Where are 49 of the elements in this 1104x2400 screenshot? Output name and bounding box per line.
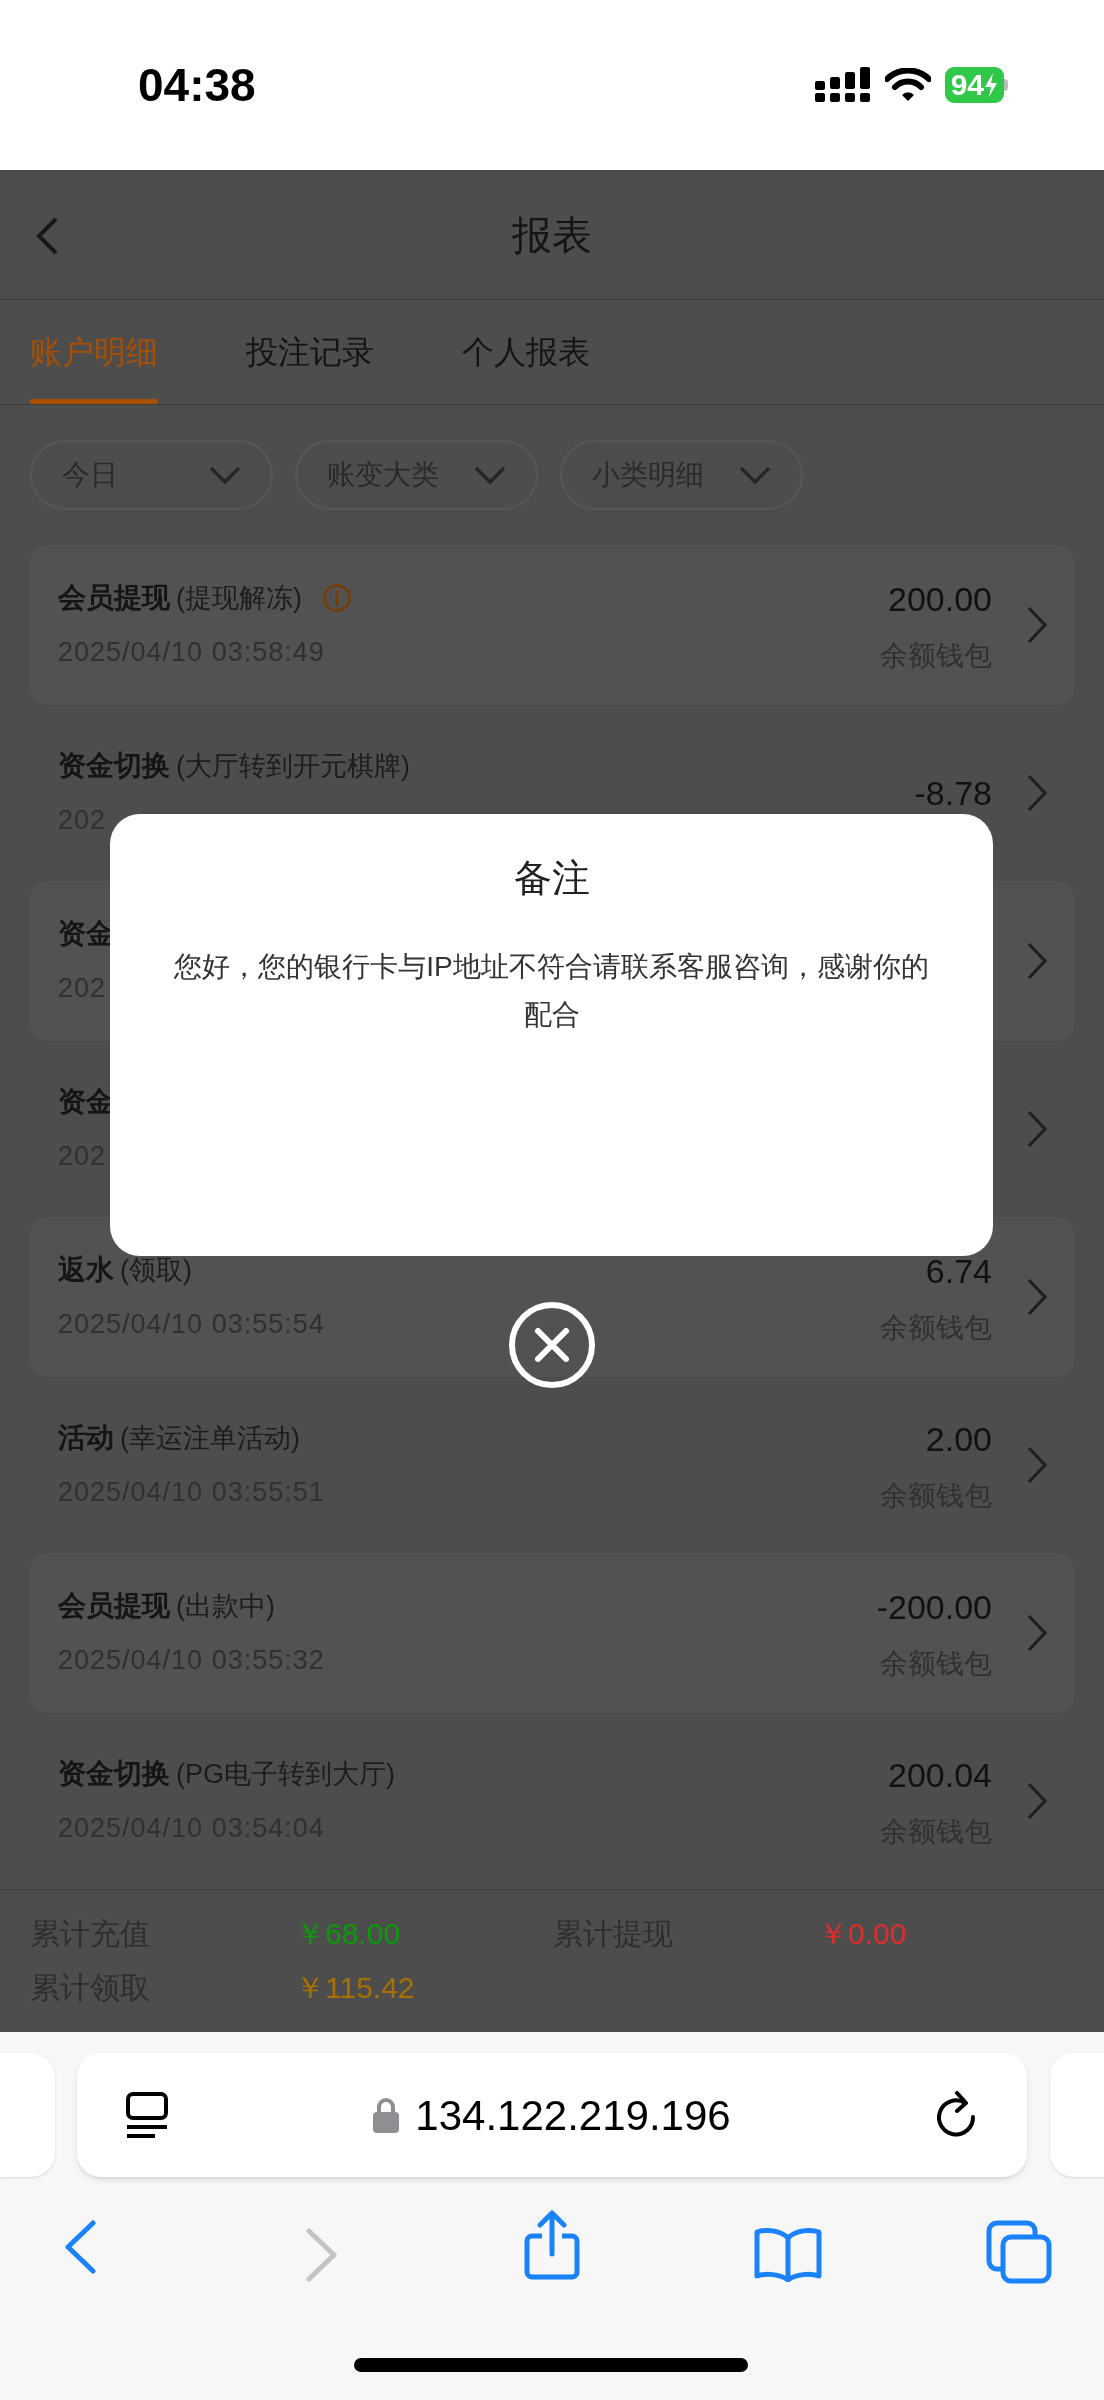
back-icon[interactable] <box>34 216 60 256</box>
address-bar[interactable]: 134.122.219.196 <box>77 2053 1027 2177</box>
summary-value: ￥0.00 <box>818 1916 907 1952</box>
chevron-down-icon <box>739 465 771 485</box>
clock-time: 04:38 <box>138 57 256 113</box>
lock-icon <box>373 2097 400 2133</box>
chevron-right-icon[interactable] <box>1026 1109 1048 1149</box>
page-title: 报表 <box>512 211 592 259</box>
wifi-icon <box>884 68 931 102</box>
record-title: 返水 <box>58 1252 114 1287</box>
chevron-right-icon[interactable] <box>1026 1613 1048 1653</box>
record-title: 活动 <box>58 1420 114 1455</box>
tab[interactable]: 投注记录 <box>246 300 374 404</box>
record-title: 会员提现 <box>58 1588 170 1623</box>
record-title: 会员提现 <box>58 580 170 615</box>
record-amount: 6.74 <box>925 1250 992 1292</box>
chevron-down-icon <box>474 465 506 485</box>
signal-icon <box>814 67 871 103</box>
record-amount: -8.78 <box>914 772 992 814</box>
record-amount: 200.00 <box>888 578 992 620</box>
bookmarks-icon[interactable] <box>754 2226 822 2282</box>
record-amount: -200.00 <box>876 1586 992 1628</box>
record-title: 资金 <box>58 1084 114 1119</box>
url-text: 134.122.219.196 <box>415 2090 731 2141</box>
summary-value: ￥68.00 <box>295 1916 401 1952</box>
dialog-title: 备注 <box>513 856 590 901</box>
chevron-right-icon[interactable] <box>1026 773 1048 813</box>
chevron-right-icon[interactable] <box>1026 1277 1048 1317</box>
page-menu-icon[interactable] <box>125 2091 169 2139</box>
tab[interactable]: 个人报表 <box>462 300 590 404</box>
close-icon[interactable] <box>508 1301 596 1389</box>
chevron-right-icon[interactable] <box>1026 1781 1048 1821</box>
record-amount: 200.04 <box>888 1754 992 1796</box>
back-icon[interactable] <box>63 2220 97 2274</box>
record-title: 资金切换 <box>58 1756 170 1791</box>
record-title: 资金 <box>58 916 114 951</box>
record-amount: 2.00 <box>925 1418 992 1460</box>
record-title: 资金切换 <box>58 748 170 783</box>
share-icon[interactable] <box>524 2210 580 2280</box>
dialog-message: 您好，您的银行卡与IP地址不符合请联系客服咨询，感谢你的配合 <box>174 950 929 1032</box>
tab[interactable]: 账户明细 <box>30 300 158 404</box>
info-icon[interactable] <box>322 582 352 613</box>
summary-value: ￥115.42 <box>295 1970 415 2006</box>
forward-icon <box>305 2228 339 2282</box>
chevron-down-icon <box>209 465 241 485</box>
chevron-right-icon[interactable] <box>1026 605 1048 645</box>
tabs-icon[interactable] <box>986 2220 1052 2284</box>
chevron-right-icon[interactable] <box>1026 1445 1048 1485</box>
chevron-right-icon[interactable] <box>1026 941 1048 981</box>
